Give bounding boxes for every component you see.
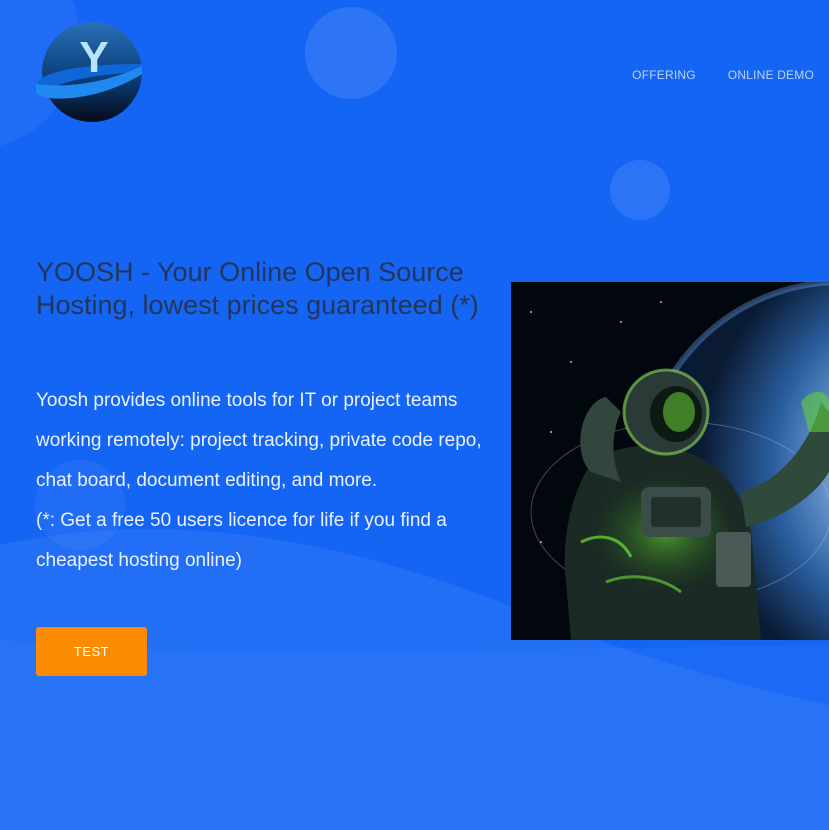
logo-globe-icon: Y <box>36 22 142 122</box>
logo[interactable]: Y <box>34 22 146 126</box>
nav-online-demo[interactable]: ONLINE DEMO <box>728 68 814 82</box>
hero-image <box>511 282 829 640</box>
nav-offering[interactable]: OFFERING <box>632 68 696 82</box>
test-button[interactable]: TEST <box>36 627 147 676</box>
hero-footnote: (*: Get a free 50 users licence for life… <box>36 510 447 571</box>
logo-letter: Y <box>79 33 108 82</box>
main-nav: OFFERING ONLINE DEMO <box>632 68 814 82</box>
hero-title: YOOSH - Your Online Open Source Hosting,… <box>36 257 479 320</box>
hero-description: Yoosh provides online tools for IT or pr… <box>36 381 496 581</box>
astronaut-illustration-icon <box>511 282 829 640</box>
hero-description-text: Yoosh provides online tools for IT or pr… <box>36 390 482 491</box>
